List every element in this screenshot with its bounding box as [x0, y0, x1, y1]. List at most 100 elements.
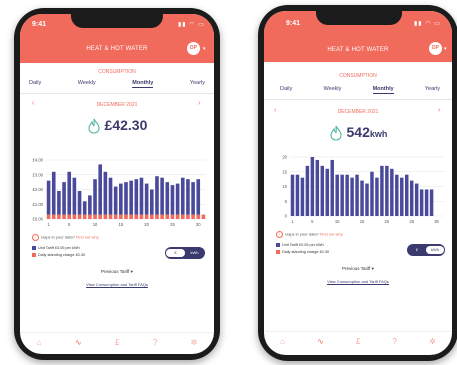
month-label: DECEMBER 2021 — [337, 109, 379, 115]
phone-notch — [316, 11, 402, 25]
legend-unit-tariff: Unit Tariff £0.05 per kWh — [38, 246, 80, 250]
status-time: 9:41 — [32, 21, 47, 28]
x-tick-label: 10 — [93, 222, 98, 227]
help-icon[interactable]: ? — [153, 338, 157, 347]
bar-standing-charge — [160, 214, 164, 219]
toggle-kwh[interactable]: kWh — [426, 246, 444, 254]
bar-standing-charge — [108, 214, 113, 219]
toggle-pounds[interactable]: £ — [408, 246, 426, 254]
bar-unit-consumption — [300, 177, 305, 216]
period-tabs: Daily Weekly Monthly Yearly — [280, 86, 440, 94]
chevron-down-icon[interactable]: ▾ — [444, 46, 447, 52]
bar-unit-consumption — [186, 179, 190, 215]
bar-unit-consumption — [320, 165, 325, 216]
bar-unit-consumption — [395, 174, 399, 216]
bar-unit-consumption — [330, 159, 334, 216]
bar-unit-consumption — [119, 183, 123, 215]
bar-standing-charge — [196, 214, 201, 219]
total-unit: kwh — [369, 129, 388, 139]
x-tick-label: 25 — [170, 222, 175, 227]
chevron-down-icon: ▾ — [130, 269, 133, 274]
screen-left: 9:41 ▮▮ ◠ ▭ HEAT & HOT WATER DP ▾ CONSUM… — [20, 14, 214, 354]
bar-unit-consumption — [144, 183, 149, 215]
tab-daily[interactable]: Daily — [29, 80, 41, 88]
home-icon[interactable]: ⌂ — [37, 338, 42, 347]
bar-standing-charge — [170, 214, 175, 219]
avatar[interactable]: DP — [187, 42, 200, 55]
unit-toggle[interactable]: £ kWh — [165, 247, 205, 259]
bar-standing-charge — [119, 214, 123, 219]
tab-monthly[interactable]: Monthly — [372, 86, 394, 94]
x-tick-label: 20 — [385, 219, 390, 224]
bar-standing-charge — [77, 214, 82, 219]
home-icon[interactable]: ⌂ — [280, 337, 285, 346]
bar-unit-consumption — [340, 174, 344, 216]
bar-unit-consumption — [191, 182, 195, 215]
bar-unit-consumption — [46, 180, 51, 215]
bar-unit-consumption — [365, 183, 369, 216]
settings-icon[interactable]: ✲ — [429, 337, 436, 346]
toggle-pounds[interactable]: £ — [166, 249, 185, 257]
bar-standing-charge — [129, 214, 133, 219]
tab-yearly[interactable]: Yearly — [425, 86, 440, 94]
unit-toggle[interactable]: £ kWh — [407, 244, 445, 256]
previous-tariff[interactable]: Previous Tariff ▾ — [20, 269, 214, 275]
settings-icon[interactable]: ✲ — [191, 338, 198, 347]
tab-yearly[interactable]: Yearly — [190, 80, 205, 88]
faq-link[interactable]: View Consumption and Tariff FAQs — [20, 282, 214, 287]
x-tick-label: 1 — [47, 222, 50, 227]
legend-swatch-unit — [32, 246, 36, 250]
bar-unit-consumption — [400, 177, 404, 216]
tab-weekly[interactable]: Weekly — [78, 80, 96, 88]
faq-link[interactable]: View Consumption and Tariff FAQs — [264, 279, 452, 284]
bottom-nav: ⌂ ∿ £ ? ✲ — [264, 331, 452, 346]
toggle-kwh[interactable]: kWh — [185, 249, 204, 257]
bar-unit-consumption — [424, 189, 429, 216]
next-month-chevron-icon[interactable]: › — [438, 107, 440, 114]
bar-unit-consumption — [150, 189, 154, 215]
bar-unit-consumption — [62, 182, 66, 215]
bar-standing-charge — [82, 214, 87, 219]
bar-standing-charge — [139, 214, 144, 219]
legend-standing-charge: Daily standing charge £0.30 — [38, 253, 86, 257]
chart-legend: Unit Tariff £0.05 per kWh Daily standing… — [32, 246, 85, 260]
y-tick-label: £3.00 — [33, 172, 44, 177]
month-label: DECEMBER 2021 — [96, 102, 138, 108]
app-header: 9:41 ▮▮ ◠ ▭ HEAT & HOT WATER DP ▾ — [20, 14, 214, 63]
tab-monthly[interactable]: Monthly — [132, 80, 154, 88]
gaps-link[interactable]: Find out why — [76, 235, 99, 240]
legend-swatch-unit — [276, 243, 280, 247]
total-amount: 542 — [346, 124, 370, 140]
bar-unit-consumption — [380, 165, 384, 216]
legend-swatch-standing — [276, 250, 280, 254]
chevron-down-icon[interactable]: ▾ — [203, 46, 206, 52]
next-month-chevron-icon[interactable]: › — [198, 100, 200, 107]
tab-weekly[interactable]: Weekly — [323, 86, 341, 94]
chart-legend: Unit Tariff £0.05 per kWh Daily standing… — [276, 243, 329, 257]
pound-icon[interactable]: £ — [115, 338, 119, 347]
x-tick-label: 25 — [409, 219, 414, 224]
bar-unit-consumption — [429, 189, 434, 216]
section-title: CONSUMPTION — [339, 73, 377, 79]
help-icon[interactable]: ? — [393, 337, 397, 346]
previous-tariff[interactable]: Previous Tariff ▾ — [264, 266, 452, 272]
tab-daily[interactable]: Daily — [280, 86, 292, 94]
signal-wifi-battery-icon: ▮▮ ◠ ▭ — [414, 21, 441, 27]
bar-unit-consumption — [165, 182, 170, 215]
graph-icon[interactable]: ∿ — [317, 337, 324, 346]
avatar[interactable]: DP — [429, 42, 442, 55]
gaps-link[interactable]: Find out why — [320, 232, 343, 237]
bar-standing-charge — [124, 214, 128, 219]
phone-notch — [71, 14, 163, 28]
bar-unit-consumption — [350, 177, 354, 216]
pound-icon[interactable]: £ — [356, 337, 360, 346]
bar-unit-consumption — [170, 185, 175, 215]
consumption-chart: 051015201 5 10 15 20 25 30 — [282, 155, 444, 224]
bar-standing-charge — [134, 214, 139, 219]
bar-unit-consumption — [370, 171, 374, 216]
bar-unit-consumption — [88, 195, 92, 215]
previous-tariff-label: Previous Tariff — [101, 269, 130, 274]
graph-icon[interactable]: ∿ — [75, 338, 82, 347]
bar-unit-consumption — [124, 182, 128, 215]
bar-standing-charge — [191, 214, 195, 219]
